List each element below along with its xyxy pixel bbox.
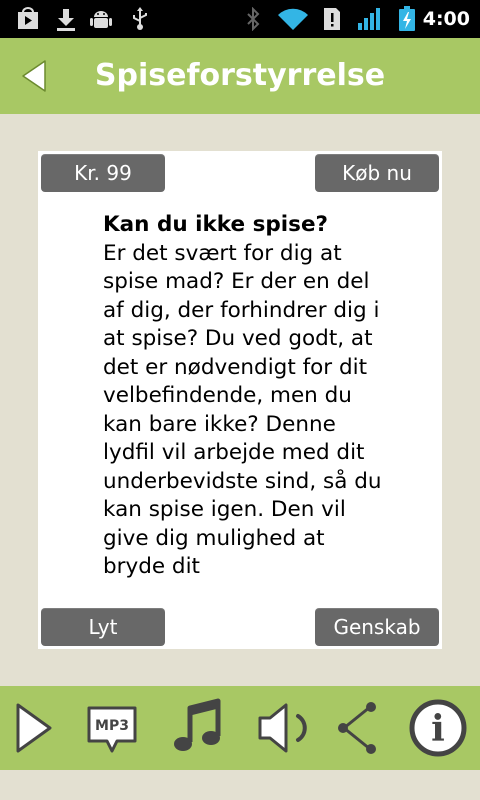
share-button[interactable] xyxy=(326,696,390,760)
bottom-toolbar: MP3 i xyxy=(0,686,480,770)
description-body: Er det svært for dig at spise mad? Er de… xyxy=(103,240,382,580)
share-icon xyxy=(338,702,376,754)
speaker-icon xyxy=(258,703,307,753)
status-time: 4:00 xyxy=(422,8,470,30)
restore-button[interactable]: Genskab xyxy=(315,608,439,646)
usb-icon xyxy=(128,6,152,32)
play-icon xyxy=(16,703,52,753)
listen-button[interactable]: Lyt xyxy=(41,608,165,646)
alert-icon xyxy=(320,6,344,32)
info-icon: i xyxy=(409,699,467,757)
status-bar: 4:00 xyxy=(0,0,480,38)
back-arrow-icon xyxy=(22,60,46,92)
info-label: i xyxy=(431,708,445,750)
buy-now-button[interactable]: Køb nu xyxy=(315,154,439,192)
description-heading: Kan du ikke spise? xyxy=(103,212,329,237)
mp3-icon: MP3 xyxy=(87,706,137,753)
signal-icon xyxy=(356,6,384,32)
mp3-button[interactable]: MP3 xyxy=(80,696,144,760)
info-button[interactable]: i xyxy=(406,696,470,760)
wifi-icon xyxy=(276,6,310,32)
android-debug-icon xyxy=(88,6,114,32)
back-button[interactable] xyxy=(18,58,52,94)
bluetooth-icon xyxy=(242,6,264,32)
description-text[interactable]: Kan du ikke spise? Er det svært for dig … xyxy=(103,211,383,597)
mp3-label: MP3 xyxy=(95,718,129,734)
play-store-icon xyxy=(14,6,42,32)
price-button[interactable]: Kr. 99 xyxy=(41,154,165,192)
volume-button[interactable] xyxy=(250,696,314,760)
app-header: Spiseforstyrrelse xyxy=(0,38,480,114)
music-button[interactable] xyxy=(166,696,230,760)
music-note-icon xyxy=(174,698,221,751)
play-button[interactable] xyxy=(0,696,64,760)
battery-charging-icon xyxy=(396,6,418,32)
page-title: Spiseforstyrrelse xyxy=(94,58,386,93)
content-card: Kr. 99 Køb nu Kan du ikke spise? Er det … xyxy=(38,151,442,649)
download-icon xyxy=(54,6,78,32)
